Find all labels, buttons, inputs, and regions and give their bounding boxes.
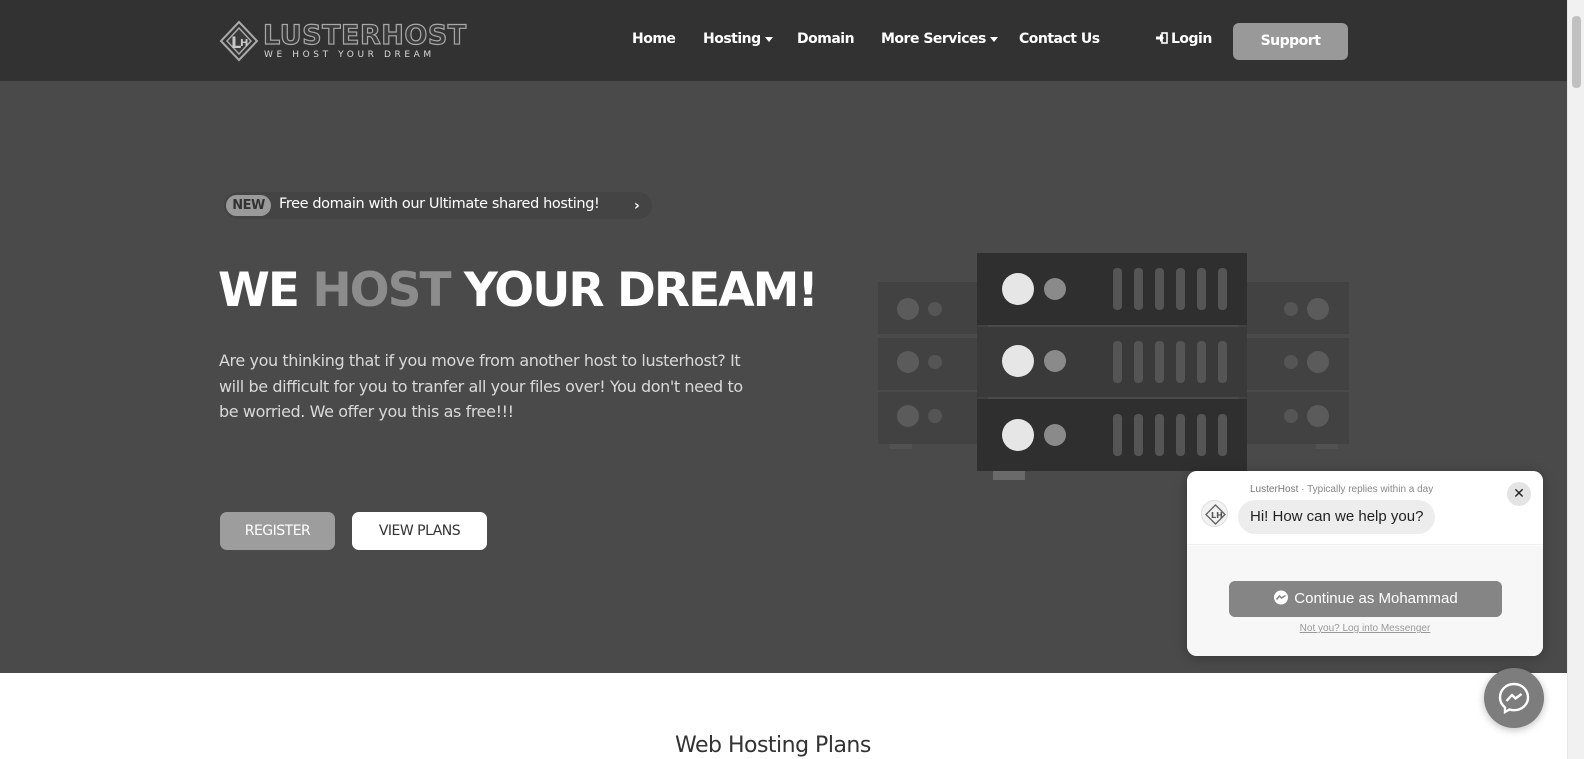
log-into-messenger-link[interactable]: Not you? Log into Messenger (1187, 623, 1543, 634)
nav-more-services[interactable]: More Services (881, 31, 998, 47)
login-label: Login (1171, 31, 1212, 47)
nav-home[interactable]: Home (632, 31, 676, 47)
logo-diamond-icon: LH (1205, 504, 1226, 525)
login-link[interactable]: Login (1155, 31, 1212, 47)
nav-more-services-label: More Services (881, 31, 986, 47)
chat-page-name: LusterHost (1250, 484, 1299, 495)
section-title: Web Hosting Plans (675, 733, 871, 758)
sign-in-icon (1156, 32, 1168, 44)
support-button[interactable]: Support (1233, 23, 1348, 60)
announcement-text: Free domain with our Ultimate shared hos… (279, 196, 600, 212)
register-button[interactable]: REGISTER (220, 512, 335, 550)
avatar: LH (1201, 500, 1228, 527)
chevron-down-icon (989, 36, 998, 42)
headline-part2: YOUR DREAM! (449, 263, 819, 318)
announcement-pill[interactable]: NEW Free domain with our Ultimate shared… (224, 192, 652, 219)
chat-greeting-bubble: Hi! How can we help you? (1238, 500, 1436, 534)
nav-hosting-label: Hosting (703, 31, 761, 47)
nav-hosting[interactable]: Hosting (703, 31, 773, 47)
messenger-launcher-button[interactable] (1484, 668, 1544, 728)
headline-part1: WE (218, 263, 313, 318)
new-badge: NEW (226, 195, 271, 216)
view-plans-button[interactable]: VIEW PLANS (352, 512, 487, 550)
headline-accent: HOST (312, 263, 451, 318)
continue-label: Continue as Mohammad (1294, 590, 1458, 607)
brand-tagline: WE HOST YOUR DREAM (264, 50, 435, 60)
chevron-right-icon: › (634, 198, 640, 214)
hero-headline: WE HOST YOUR DREAM! (218, 263, 819, 318)
page-scrollbar[interactable] (1567, 0, 1584, 759)
scrollbar-thumb[interactable] (1572, 16, 1581, 88)
site-header: L H LUSTERHOST WE HOST YOUR DREAM Home H… (0, 0, 1567, 81)
hero-description: Are you thinking that if you move from a… (219, 351, 743, 421)
messenger-icon (1274, 590, 1289, 605)
svg-text:LH: LH (1211, 511, 1223, 520)
messenger-icon (1498, 682, 1530, 715)
continue-as-button[interactable]: Continue as Mohammad (1229, 581, 1502, 617)
svg-text:H: H (240, 38, 248, 49)
chat-reply-time: Typically replies within a day (1307, 484, 1434, 495)
nav-domain[interactable]: Domain (797, 31, 855, 47)
logo-diamond-icon: L H (219, 20, 259, 62)
close-icon[interactable]: ✕ (1507, 482, 1531, 506)
messenger-chat-widget: LH LusterHost · Typically replies within… (1187, 471, 1543, 656)
server-rack-illustration (878, 253, 1349, 480)
brand-logo[interactable]: L H LUSTERHOST WE HOST YOUR DREAM (219, 19, 467, 62)
brand-name: LUSTERHOST (262, 19, 467, 51)
nav-contact-us[interactable]: Contact Us (1019, 31, 1100, 47)
chevron-down-icon (764, 36, 773, 42)
chat-header: LH LusterHost · Typically replies within… (1187, 471, 1543, 545)
chat-meta: LusterHost · Typically replies within a … (1250, 484, 1434, 495)
